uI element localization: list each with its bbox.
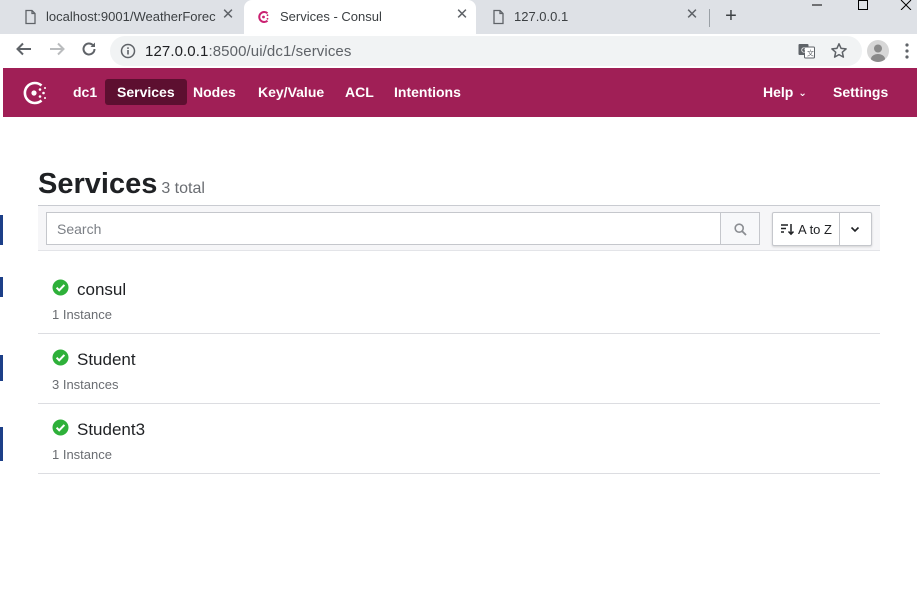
nav-settings[interactable]: Settings: [821, 79, 900, 105]
consul-main-nav: dc1 Services Nodes Key/Value ACL Intenti…: [3, 68, 917, 117]
chevron-down-icon[interactable]: [849, 223, 861, 235]
address-bar[interactable]: 127.0.0.1:8500/ui/dc1/services G文: [110, 36, 862, 66]
sort-dropdown[interactable]: A to Z: [772, 212, 872, 246]
service-list: consul 1 Instance Student 3 Instances St…: [38, 264, 880, 474]
reload-icon[interactable]: [78, 40, 100, 62]
minimize-window-icon[interactable]: [802, 0, 832, 12]
url-path: :8500/ui/dc1/services: [208, 43, 352, 60]
filter-bar: A to Z: [38, 205, 880, 251]
page-title-text: Services: [38, 168, 158, 200]
profile-avatar-icon[interactable]: [867, 40, 889, 62]
service-instance-count: 1 Instance: [52, 447, 112, 462]
datacenter-selector[interactable]: dc1: [61, 79, 109, 105]
service-instance-count: 3 Instances: [52, 377, 119, 392]
close-icon[interactable]: ✕: [684, 7, 700, 23]
tab-title: Services - Consul: [280, 9, 382, 24]
sort-divider: [839, 213, 840, 245]
close-icon[interactable]: ✕: [220, 7, 236, 23]
check-circle-icon: [52, 279, 69, 296]
search-button[interactable]: [720, 212, 760, 245]
list-item[interactable]: Student 3 Instances: [38, 334, 880, 404]
nav-acl[interactable]: ACL: [333, 79, 386, 105]
nav-services[interactable]: Services: [105, 79, 187, 105]
page-icon: [25, 9, 36, 25]
nav-key-value[interactable]: Key/Value: [246, 79, 336, 105]
close-window-icon[interactable]: [894, 0, 917, 12]
page-title: Services 3 total: [38, 168, 205, 201]
tab-localhost-9001[interactable]: localhost:9001/WeatherForec ✕: [10, 0, 242, 34]
svg-text:G: G: [801, 47, 806, 55]
search-icon: [734, 223, 747, 236]
nav-intentions[interactable]: Intentions: [382, 79, 473, 105]
list-item[interactable]: Student3 1 Instance: [38, 404, 880, 474]
service-name[interactable]: Student: [77, 350, 136, 370]
service-instance-count: 1 Instance: [52, 307, 112, 322]
check-circle-icon: [52, 349, 69, 366]
sort-label: A to Z: [798, 222, 832, 237]
consul-favicon-icon: [258, 11, 269, 23]
browser-menu-icon[interactable]: [904, 42, 910, 60]
consul-logo-icon[interactable]: [20, 79, 50, 107]
nav-help[interactable]: Help ⌄: [751, 79, 819, 105]
chevron-down-icon: ⌄: [798, 88, 807, 99]
tab-separator: [709, 9, 710, 27]
browser-tab-bar: localhost:9001/WeatherForec ✕ Services -…: [0, 0, 917, 34]
search-input[interactable]: [46, 212, 721, 245]
tab-title: localhost:9001/WeatherForec: [46, 9, 216, 24]
svg-text:文: 文: [807, 49, 814, 58]
url-host: 127.0.0.1: [145, 43, 209, 60]
sort-icon: [781, 224, 794, 236]
url-text[interactable]: 127.0.0.1:8500/ui/dc1/services: [145, 43, 351, 60]
tab-127-0-0-1[interactable]: 127.0.0.1 ✕: [478, 0, 710, 34]
translate-icon[interactable]: G文: [798, 43, 815, 59]
list-item[interactable]: consul 1 Instance: [38, 264, 880, 334]
service-name[interactable]: Student3: [77, 420, 145, 440]
background-window-edge: [0, 117, 3, 605]
tab-title: 127.0.0.1: [514, 9, 569, 24]
service-name[interactable]: consul: [77, 280, 126, 300]
forward-arrow-icon[interactable]: [46, 40, 68, 62]
browser-toolbar: 127.0.0.1:8500/ui/dc1/services G文: [0, 34, 917, 68]
tab-services-consul[interactable]: Services - Consul ✕: [244, 0, 476, 34]
services-total-count: 3 total: [161, 180, 205, 197]
page-icon: [493, 9, 504, 25]
back-arrow-icon[interactable]: [13, 40, 35, 62]
info-icon[interactable]: [120, 43, 136, 59]
close-icon[interactable]: ✕: [454, 7, 470, 23]
nav-nodes[interactable]: Nodes: [181, 79, 248, 105]
maximize-window-icon[interactable]: [848, 0, 878, 12]
new-tab-plus-icon[interactable]: +: [720, 5, 742, 27]
help-label: Help: [763, 84, 794, 100]
bookmark-star-icon[interactable]: [830, 42, 848, 60]
check-circle-icon: [52, 419, 69, 436]
